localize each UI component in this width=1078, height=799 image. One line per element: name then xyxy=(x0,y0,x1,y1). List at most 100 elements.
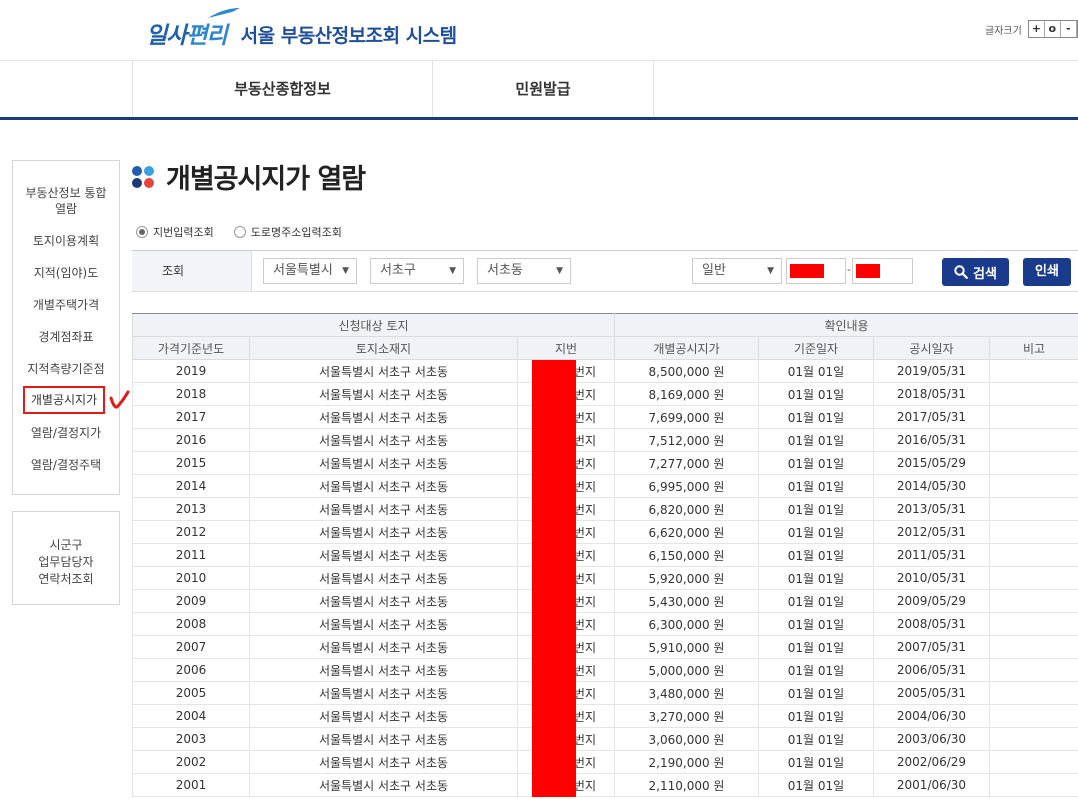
jibun-redaction xyxy=(532,613,576,636)
sigungu-select[interactable]: 서초구 ▼ xyxy=(370,258,464,284)
jibun-redaction xyxy=(532,567,576,590)
cell-notice-date: 2003/06/30 xyxy=(873,727,990,751)
col-header-price: 개별공시지가 xyxy=(614,336,759,360)
cell-jibun: 번지 xyxy=(517,612,615,636)
chevron-down-icon: ▼ xyxy=(556,266,563,276)
cell-note xyxy=(988,589,1078,613)
jibun-redaction xyxy=(532,636,576,659)
sub-number-input[interactable] xyxy=(852,258,913,284)
radio-jibun-label: 지번입력조회 xyxy=(153,226,214,239)
land-type-select[interactable]: 일반 ▼ xyxy=(692,258,782,284)
topnav-item-civil-issuance[interactable]: 민원발급 xyxy=(432,61,653,118)
table-row: 2016 서울특별시 서초구 서초동 번지 7,512,000 원 01월 01일 201… xyxy=(132,428,1078,452)
sidebar-item-integrated-view[interactable]: 부동산정보 통합 열람 xyxy=(13,185,119,217)
sidebar-item-land-price[interactable]: 개별공시지가 xyxy=(23,386,105,414)
cell-notice-date: 2002/06/29 xyxy=(873,750,990,774)
group-header-target-land: 신청대상 토지 xyxy=(132,313,615,337)
cell-year: 2006 xyxy=(132,658,250,682)
jibun-suffix: 번지 xyxy=(573,548,596,563)
font-size-reset-button[interactable]: o xyxy=(1044,21,1061,37)
contact-lookup-box[interactable]: 시군구 업무담당자 연락처조회 xyxy=(12,511,120,605)
cell-notice-date: 2019/05/31 xyxy=(873,359,990,383)
cell-notice-date: 2018/05/31 xyxy=(873,382,990,406)
font-size-increase-button[interactable]: + xyxy=(1028,21,1045,37)
site-logo[interactable]: 일사편리 서울 부동산정보조회 시스템 xyxy=(146,8,457,50)
sidebar-item-boundary-coords[interactable]: 경계점좌표 xyxy=(13,329,119,345)
cell-jibun: 번지 xyxy=(517,474,615,498)
table-row: 2003 서울특별시 서초구 서초동 번지 3,060,000 원 01월 01일 200… xyxy=(132,727,1078,751)
radio-icon[interactable] xyxy=(233,226,246,238)
sido-select-value: 서울특별시 xyxy=(273,263,333,278)
site-header: 일사편리 서울 부동산정보조회 시스템 글자크기 + o - xyxy=(0,0,1078,60)
font-size-decrease-button[interactable]: - xyxy=(1060,21,1077,37)
cell-note xyxy=(988,727,1078,751)
radio-icon[interactable] xyxy=(136,226,148,238)
table-row: 2009 서울특별시 서초구 서초동 번지 5,430,000 원 01월 01일 200… xyxy=(132,589,1078,613)
col-header-year: 가격기준년도 xyxy=(132,336,250,360)
radio-road-address-search[interactable]: 도로명주소입력조회 xyxy=(233,224,342,240)
cell-jibun: 번지 xyxy=(517,658,615,682)
cell-price: 8,169,000 원 xyxy=(614,382,759,406)
table-row: 2018 서울특별시 서초구 서초동 번지 8,169,000 원 01월 01일 201… xyxy=(132,382,1078,406)
table-row: 2004 서울특별시 서초구 서초동 번지 3,270,000 원 01월 01일 200… xyxy=(132,704,1078,728)
cell-notice-date: 2004/06/30 xyxy=(873,704,990,728)
jibun-redaction xyxy=(532,429,576,452)
cell-location: 서울특별시 서초구 서초동 xyxy=(249,474,518,498)
sidebar-item-cadastral-map[interactable]: 지적(임야)도 xyxy=(13,265,119,281)
jibun-redaction xyxy=(532,406,576,429)
table-row: 2002 서울특별시 서초구 서초동 번지 2,190,000 원 01월 01일 200… xyxy=(132,750,1078,774)
jibun-redaction xyxy=(532,544,576,567)
sidebar-item-view-land-price[interactable]: 열람/결정지가 xyxy=(13,425,119,441)
radio-jibun-search[interactable]: 지번입력조회 xyxy=(136,224,214,240)
cell-note xyxy=(988,681,1078,705)
cell-location: 서울특별시 서초구 서초동 xyxy=(249,658,518,682)
cell-location: 서울특별시 서초구 서초동 xyxy=(249,750,518,774)
cell-price: 6,300,000 원 xyxy=(614,612,759,636)
search-mode-radios: 지번입력조회 도로명주소입력조회 xyxy=(136,224,362,240)
cell-jibun: 번지 xyxy=(517,681,615,705)
jibun-redaction xyxy=(532,751,576,774)
jibun-suffix: 번지 xyxy=(573,778,596,793)
search-button-label: 검색 xyxy=(973,266,997,282)
dong-select[interactable]: 서초동 ▼ xyxy=(477,258,571,284)
page-title: 개별공시지가 열람 xyxy=(166,163,366,195)
cell-base-date: 01월 01일 xyxy=(758,359,874,383)
sub-number-redaction xyxy=(856,264,880,278)
main-number-input[interactable] xyxy=(786,258,846,284)
cell-jibun: 번지 xyxy=(517,543,615,567)
table-row: 2010 서울특별시 서초구 서초동 번지 5,920,000 원 01월 01일 201… xyxy=(132,566,1078,590)
sidebar-item-house-price[interactable]: 개별주택가격 xyxy=(13,297,119,313)
main-number-redaction xyxy=(790,264,824,278)
search-label: 조회 xyxy=(132,251,252,291)
cell-base-date: 01월 01일 xyxy=(758,658,874,682)
cell-year: 2011 xyxy=(132,543,250,567)
cell-location: 서울특별시 서초구 서초동 xyxy=(249,451,518,475)
topnav-item-real-estate-info[interactable]: 부동산종합정보 xyxy=(132,61,432,118)
jibun-redaction xyxy=(532,383,576,406)
cell-note xyxy=(988,543,1078,567)
cell-year: 2018 xyxy=(132,382,250,406)
land-type-select-value: 일반 xyxy=(702,263,726,278)
cell-notice-date: 2006/05/31 xyxy=(873,658,990,682)
cell-location: 서울특별시 서초구 서초동 xyxy=(249,520,518,544)
cell-location: 서울특별시 서초구 서초동 xyxy=(249,497,518,521)
search-button[interactable]: 검색 xyxy=(942,258,1009,286)
sidebar-item-view-house-price[interactable]: 열람/결정주택 xyxy=(13,457,119,473)
jibun-suffix: 번지 xyxy=(573,571,596,586)
cell-year: 2017 xyxy=(132,405,250,429)
cell-price: 6,150,000 원 xyxy=(614,543,759,567)
sido-select[interactable]: 서울특별시 ▼ xyxy=(263,258,357,284)
cell-year: 2009 xyxy=(132,589,250,613)
cell-year: 2013 xyxy=(132,497,250,521)
sigungu-select-value: 서초구 xyxy=(380,263,416,278)
cell-location: 서울특별시 서초구 서초동 xyxy=(249,428,518,452)
print-button[interactable]: 인쇄 xyxy=(1023,258,1071,286)
cell-base-date: 01월 01일 xyxy=(758,428,874,452)
sidebar-item-land-use-plan[interactable]: 토지이용계획 xyxy=(13,233,119,249)
jibun-redaction xyxy=(532,590,576,613)
cell-jibun: 번지 xyxy=(517,750,615,774)
chevron-down-icon: ▼ xyxy=(449,266,456,276)
sidebar-item-survey-point[interactable]: 지적측량기준점 xyxy=(13,361,119,377)
group-header-confirmation: 확인내용 xyxy=(613,313,1078,337)
cell-price: 8,500,000 원 xyxy=(614,359,759,383)
